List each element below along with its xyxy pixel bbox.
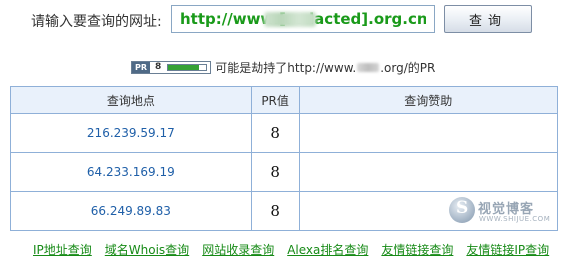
header-pr: PR值 xyxy=(250,86,300,114)
header-location: 查询地点 xyxy=(10,86,252,114)
pr-badge-bar xyxy=(167,63,208,71)
header-sponsor: 查询赞助 xyxy=(298,86,559,114)
pr-notice-text-before: 可能是劫持了http://www. xyxy=(215,60,357,75)
pr-notice: PR 8 可能是劫持了http://www. .org/的PR xyxy=(131,60,436,75)
link-friend-links-lookup[interactable]: 友情链接查询 xyxy=(381,241,453,258)
watermark-logo: S 视觉博客 WWW.SHIJUE.COM xyxy=(449,195,550,227)
pr-badge-fill xyxy=(168,64,199,70)
pagerank-badge: PR 8 xyxy=(131,60,212,74)
watermark-subtitle: WWW.SHIJUE.COM xyxy=(479,215,551,223)
pr-cell: 8 xyxy=(250,191,300,231)
search-label: 请输入要查询的网址: xyxy=(31,14,162,30)
location-cell: 64.233.169.19 xyxy=(10,152,252,192)
pr-notice-text-after: .org/的PR xyxy=(380,60,436,75)
link-friend-links-ip-lookup[interactable]: 友情链接IP查询 xyxy=(466,241,549,258)
location-cell: 66.249.89.83 xyxy=(10,191,252,231)
sponsor-cell xyxy=(298,113,559,153)
link-index-lookup[interactable]: 网站收录查询 xyxy=(202,241,274,258)
watermark-s-glyph: S xyxy=(456,198,469,218)
link-alexa-lookup[interactable]: Alexa排名查询 xyxy=(287,241,368,258)
sponsor-cell xyxy=(298,152,559,192)
pr-badge-value: 8 xyxy=(155,61,162,72)
table-row: 64.233.169.19 8 xyxy=(10,152,559,192)
table-header-row: 查询地点 PR值 查询赞助 xyxy=(10,86,559,114)
redaction-blur-small xyxy=(357,62,380,72)
link-whois-lookup[interactable]: 域名Whois查询 xyxy=(105,241,189,258)
table-row: 216.239.59.17 8 xyxy=(10,113,559,153)
tool-links: IP地址查询 域名Whois查询 网站收录查询 Alexa排名查询 友情链接查询… xyxy=(33,241,562,258)
pr-cell: 8 xyxy=(250,113,300,153)
location-cell: 216.239.59.17 xyxy=(10,113,252,153)
pr-cell: 8 xyxy=(250,152,300,192)
pr-badge-tag: PR xyxy=(132,61,151,73)
query-button[interactable]: 查询 xyxy=(444,5,532,33)
link-ip-lookup[interactable]: IP地址查询 xyxy=(33,241,92,258)
redaction-blur xyxy=(264,12,316,27)
